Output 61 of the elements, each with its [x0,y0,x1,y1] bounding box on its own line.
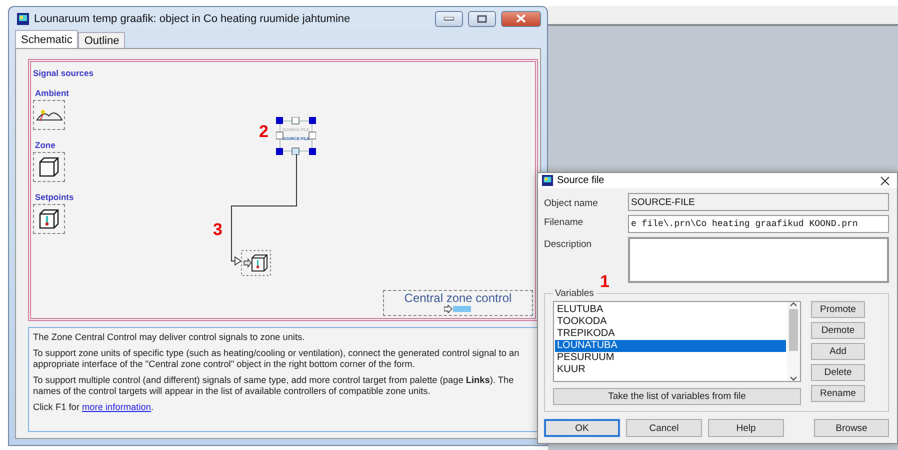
group-title: Variables [554,288,595,299]
info-paragraph: To support multiple control (and different) signals of same type, add more control target from palette (page Links). The names of the control targets will appear in the list of available controllers of compatible zone units. [33,375,515,397]
tab[interactable]: Schematic [15,30,78,48]
window-title: Lounaruum temp graafik: object in Co heating ruumide jahtumine [34,12,352,24]
close-button[interactable] [879,174,891,186]
list-action-button[interactable]: Rename [811,385,865,402]
dialog-title: Source file [557,175,606,186]
app-icon [17,12,29,24]
list-action-button[interactable]: Delete [811,364,865,381]
field-label: Object name [544,197,599,209]
list-action-button[interactable]: Demote [811,322,865,339]
scroll-down-icon[interactable] [790,376,797,381]
list-item[interactable]: TREPIKODA [555,328,786,340]
info-paragraph: Click F1 for more information. [33,402,155,413]
annotation-number: 1 [600,272,610,292]
list-item[interactable]: KUUR [555,364,786,376]
field-label: Filename [544,216,584,228]
maximize-button[interactable] [468,10,496,26]
app-icon [542,175,553,186]
close-icon [879,174,891,186]
palette-item[interactable] [33,100,65,130]
maximize-icon [477,14,487,22]
control-label: Central zone control [404,291,512,305]
close-icon [516,14,526,23]
list-item[interactable]: LOUNATUBA [555,340,786,352]
text-field[interactable]: e file\.prn\Co heating graafikud KOOND.prn [628,215,889,233]
help-link[interactable]: more information [82,402,151,412]
list-action-button[interactable]: Add [811,343,865,360]
dialog-button[interactable]: Help [708,419,784,437]
output-port-icon [444,305,472,313]
palette-label: Zone [34,140,56,150]
central-zone-control[interactable]: Central zone control [383,290,533,316]
palette-item[interactable] [33,204,65,234]
variables-list[interactable]: ELUTUBA TOOKODA TREPIKODA LOUNATUBA PESURUUM KUUR [553,301,801,382]
scrollbar[interactable] [787,302,800,381]
info-paragraph: To support zone units of specific type (such as heating/cooling or ventilation), connect the generated control signal to an appropriate interface of the "Central zone control" object in the right bottom corner of the form. [33,348,520,370]
palette-item[interactable] [33,152,65,182]
tab[interactable]: Outline [78,32,126,48]
minimize-icon [444,16,454,20]
dialog-button[interactable]: Cancel [626,419,702,437]
text-field[interactable]: SOURCE-FILE [628,193,889,211]
description-field[interactable] [628,237,889,283]
cube-icon [37,155,61,179]
minimize-button[interactable] [435,10,463,26]
thermometer-cube-icon [37,207,61,231]
palette-title: Signal sources [33,68,94,78]
list-item[interactable]: ELUTUBA [555,304,786,316]
palette-label: Ambient [34,88,70,98]
field-label: Description [544,238,593,250]
dialog-button[interactable]: Browse [814,419,889,437]
zone-target-node[interactable] [241,250,271,276]
annotation-number: 3 [213,220,222,240]
scroll-up-icon[interactable] [790,302,797,307]
take-variables-button[interactable]: Take the list of variables from file [553,388,801,405]
annotation-number: 2 [259,122,268,142]
list-item[interactable]: PESURUUM [555,352,786,364]
info-paragraph: The Zone Central Control may deliver control signals to zone units. [33,332,306,343]
palette-label: Setpoints [34,192,75,202]
list-item[interactable]: TOOKODA [555,316,786,328]
dialog-button[interactable]: OK [544,419,620,437]
list-action-button[interactable]: Promote [811,301,865,318]
